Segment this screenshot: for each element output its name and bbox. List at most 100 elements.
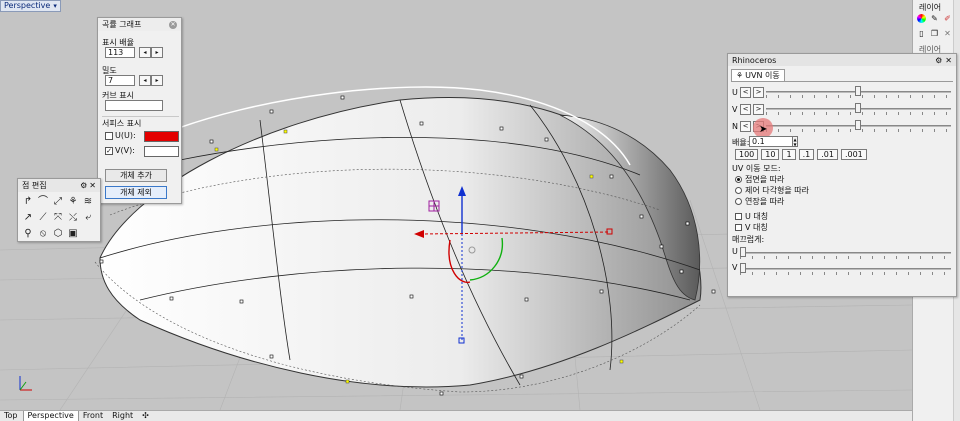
decrease-icon[interactable]: ◂ xyxy=(139,47,151,58)
v-increase-button[interactable]: > xyxy=(753,103,764,115)
point-edit-toolbar: 점 편집 ⚙ ✕ ↱ ⌒ ⤢ ⚘ ≋ ↗ ⟋ ⤧ ⤯ ⤶ ⚲ ⦸ ⬡ ▣ xyxy=(17,178,101,242)
rebuild-icon[interactable]: ⟋ xyxy=(36,210,50,225)
tab-top[interactable]: Top xyxy=(0,411,23,421)
u-slider[interactable] xyxy=(766,86,951,98)
decrease-icon[interactable]: ◂ xyxy=(139,75,151,86)
tab-front[interactable]: Front xyxy=(79,411,108,421)
smooth-u-label: U xyxy=(732,247,738,256)
tab-divider xyxy=(731,81,953,82)
increase-icon[interactable]: ▸ xyxy=(151,47,163,58)
tab-right[interactable]: Right xyxy=(108,411,138,421)
add-viewport-icon[interactable]: ✣ xyxy=(138,411,154,421)
move-uvn-icon[interactable]: ⚘ xyxy=(66,194,80,209)
mode-control-polygon-radio[interactable]: 제어 다각형을 따라 xyxy=(735,185,809,196)
nudge-icon[interactable]: ⦸ xyxy=(36,226,50,241)
close-icon[interactable]: ✕ xyxy=(945,56,952,65)
v-label: V(V): xyxy=(115,146,135,155)
scale-spinner[interactable]: ▲ ▼ xyxy=(792,136,798,147)
smooth-icon[interactable]: ≋ xyxy=(81,194,95,209)
panel-title: 곡률 그래프 xyxy=(102,20,142,29)
slider-thumb[interactable] xyxy=(740,247,746,257)
checkbox-box[interactable] xyxy=(735,224,742,231)
u-increase-button[interactable]: > xyxy=(753,86,764,98)
insert-knot-icon[interactable]: ↱ xyxy=(21,194,35,209)
increase-icon[interactable]: ▸ xyxy=(151,75,163,86)
pencil-icon[interactable]: ✐ xyxy=(943,14,952,23)
gear-icon[interactable]: ⚙ xyxy=(935,56,942,65)
layers-tab[interactable]: 레이어 xyxy=(919,2,941,13)
checkbox-box[interactable] xyxy=(735,213,742,220)
n-decrease-button[interactable]: < xyxy=(740,120,751,132)
adjust-seam-icon[interactable]: ⤶ xyxy=(81,210,95,225)
tab-label: UVN 이동 xyxy=(745,71,780,80)
viewport-title-tab[interactable]: Perspective ▾ xyxy=(0,0,61,12)
v-decrease-button[interactable]: < xyxy=(740,103,751,115)
step-0-1-button[interactable]: .1 xyxy=(798,149,815,160)
box-edit-icon[interactable]: ▣ xyxy=(66,226,80,241)
slider-thumb[interactable] xyxy=(855,103,861,113)
density-input[interactable]: 7 xyxy=(105,75,135,86)
drag-mode-icon[interactable]: ⚲ xyxy=(21,226,35,241)
delete-icon[interactable]: ✕ xyxy=(943,29,952,38)
v-row: V < > xyxy=(732,103,766,115)
color-wheel-icon[interactable] xyxy=(917,14,926,23)
checkbox-box[interactable] xyxy=(105,131,113,140)
radio-label: 연장을 따라 xyxy=(745,197,785,206)
edit-point-icon[interactable]: ⤧ xyxy=(51,210,65,225)
curve-display-swatch[interactable] xyxy=(105,100,163,111)
surface-display-label: 서피스 표시 xyxy=(102,119,142,128)
weight-icon[interactable]: ⤯ xyxy=(66,210,80,225)
step-0-01-button[interactable]: .01 xyxy=(817,149,838,160)
smooth-v-label: V xyxy=(732,263,738,272)
close-icon[interactable]: ✕ xyxy=(89,181,96,190)
curvature-graph-panel: 곡률 그래프 ✕ 표시 배율 113 ◂ ▸ 밀도 7 ◂ ▸ 커브 표시 서피스 … xyxy=(97,17,182,204)
smooth-v-slider[interactable] xyxy=(740,263,951,275)
remove-knot-icon[interactable]: ↗ xyxy=(21,210,35,225)
close-icon[interactable]: ✕ xyxy=(169,20,177,29)
cage-icon[interactable]: ⬡ xyxy=(51,226,65,241)
handlebar-icon[interactable]: ⤢ xyxy=(51,194,65,209)
smooth-u-slider[interactable] xyxy=(740,247,951,259)
copy-icon[interactable]: ❐ xyxy=(930,29,939,38)
checkbox-checked[interactable]: ✓ xyxy=(105,146,113,155)
u-color-swatch[interactable] xyxy=(144,131,179,142)
mode-tangent-radio[interactable]: 접면을 따라 xyxy=(735,174,784,185)
radio-unselected[interactable] xyxy=(735,198,742,205)
scale-input[interactable]: 0.1 xyxy=(749,136,795,147)
step-1-button[interactable]: 1 xyxy=(782,149,796,160)
radio-unselected[interactable] xyxy=(735,187,742,194)
add-object-button[interactable]: 개체 추가 xyxy=(105,169,167,182)
add-point-icon[interactable]: ⌒ xyxy=(36,194,50,209)
n-slider[interactable] xyxy=(766,120,951,132)
tab-uvn-move[interactable]: ⚘ UVN 이동 xyxy=(731,69,785,81)
scale-input[interactable]: 113 xyxy=(105,47,135,58)
uvn-move-panel: Rhinoceros ⚙ ✕ ⚘ UVN 이동 U < > V < > N < … xyxy=(727,53,957,297)
slider-thumb[interactable] xyxy=(855,86,861,96)
u-symmetry-checkbox[interactable]: U 대칭 xyxy=(735,211,768,222)
uvn-icon: ⚘ xyxy=(736,71,744,80)
u-axis-label: U xyxy=(732,87,738,97)
step-0-001-button[interactable]: .001 xyxy=(840,149,867,160)
step-100-button[interactable]: 100 xyxy=(735,149,759,160)
v-slider[interactable] xyxy=(766,103,951,115)
remove-object-button[interactable]: 개체 제외 xyxy=(105,186,167,199)
step-10-button[interactable]: 10 xyxy=(761,149,780,160)
mode-extension-radio[interactable]: 연장을 따라 xyxy=(735,196,784,207)
paint-icon[interactable]: ✎ xyxy=(930,14,939,23)
v-checkbox[interactable]: ✓ V(V): xyxy=(105,146,135,155)
slider-thumb[interactable] xyxy=(740,263,746,273)
v-symmetry-checkbox[interactable]: V 대칭 xyxy=(735,222,768,233)
divider xyxy=(102,116,179,117)
u-checkbox[interactable]: U(U): xyxy=(105,131,136,140)
u-decrease-button[interactable]: < xyxy=(740,86,751,98)
gear-icon[interactable]: ⚙ xyxy=(80,181,87,190)
new-doc-icon[interactable]: ▯ xyxy=(917,29,926,38)
radio-selected[interactable] xyxy=(735,176,742,183)
scale-stepper[interactable]: ◂ ▸ xyxy=(139,47,163,58)
density-stepper[interactable]: ◂ ▸ xyxy=(139,75,163,86)
smooth-label: 매끄럽게: xyxy=(732,235,765,244)
slider-thumb[interactable] xyxy=(855,120,861,130)
chevron-down-icon[interactable]: ▾ xyxy=(53,1,57,11)
v-color-swatch[interactable] xyxy=(144,146,179,157)
tab-perspective[interactable]: Perspective xyxy=(22,411,79,421)
